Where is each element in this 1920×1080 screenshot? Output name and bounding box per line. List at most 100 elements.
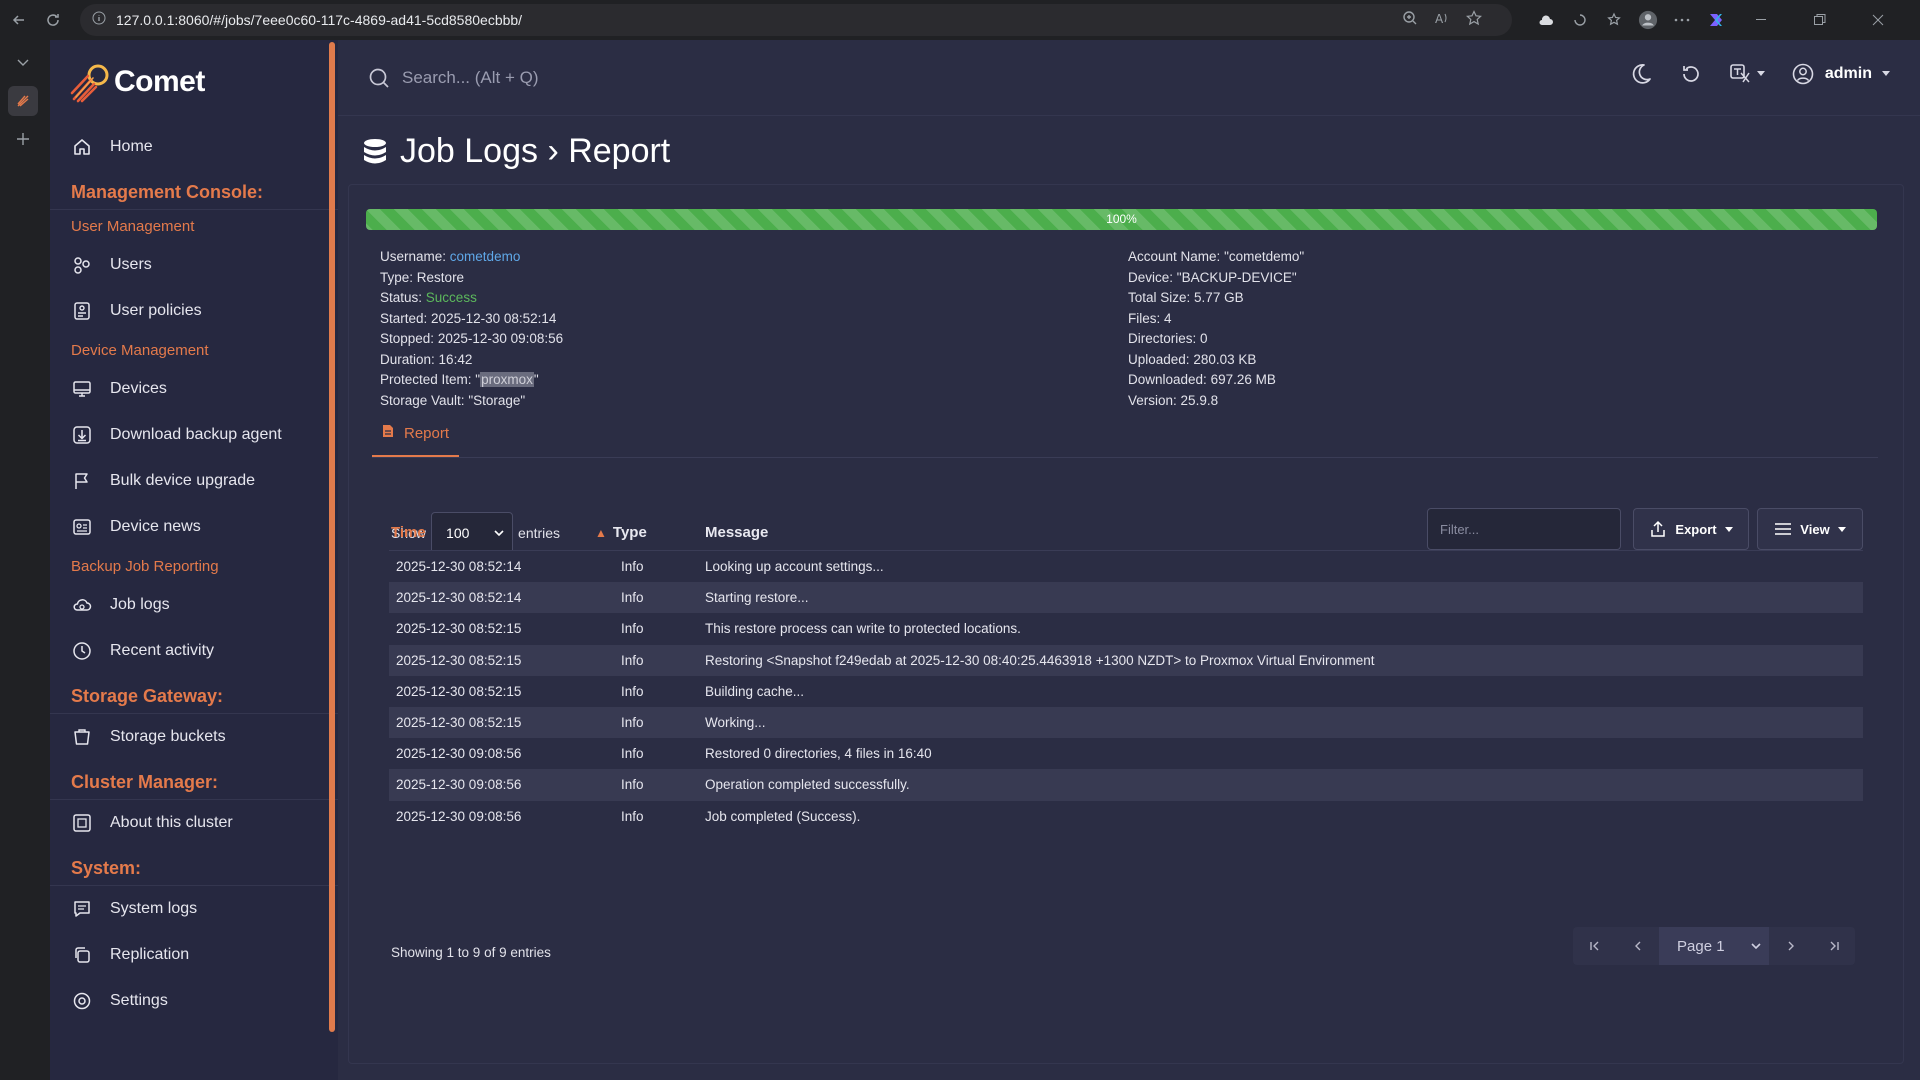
sidebar-item-user-policies[interactable]: User policies — [50, 288, 338, 334]
close-icon[interactable] — [1856, 14, 1900, 26]
cell-type: Info — [621, 777, 644, 793]
next-page-icon[interactable] — [1769, 927, 1812, 965]
restore-icon[interactable] — [1798, 14, 1842, 26]
cell-type: Info — [621, 715, 644, 731]
sidebar-item-settings[interactable]: Settings — [50, 978, 338, 1024]
column-header-message[interactable]: Message — [705, 524, 768, 541]
chevron-down-icon — [1751, 943, 1761, 949]
sidebar-item-label: Storage buckets — [110, 728, 226, 745]
cell-type: Info — [621, 652, 644, 668]
cell-message: Operation completed successfully. — [705, 777, 910, 793]
sidebar-item-label: User policies — [110, 302, 202, 319]
news-icon — [71, 516, 93, 538]
search-icon — [368, 67, 390, 94]
username: admin — [1824, 65, 1872, 82]
more-icon[interactable] — [1672, 18, 1692, 22]
app-window: Comet Home Management Console: User Mana… — [50, 40, 1920, 1080]
device-row: Device: "BACKUP-DEVICE" — [1128, 268, 1304, 289]
cell-message: Job completed (Success). — [705, 808, 861, 824]
copilot-icon[interactable] — [1706, 10, 1726, 30]
policy-icon — [71, 300, 93, 322]
refresh-button[interactable] — [1679, 62, 1703, 86]
moon-icon — [1632, 64, 1651, 84]
cell-time: 2025-12-30 08:52:15 — [396, 652, 522, 668]
cloud-icon[interactable] — [1536, 14, 1556, 26]
sidebar-item-label: Recent activity — [110, 642, 215, 659]
page-select[interactable]: Page 1 — [1659, 927, 1769, 965]
extensions-icon[interactable] — [1570, 12, 1590, 28]
subsection-backup-job-reporting: Backup Job Reporting — [71, 557, 219, 575]
subsection-device-management: Device Management — [71, 341, 209, 359]
table-header: Time ▲ Type Message — [389, 515, 1863, 551]
refresh-icon — [1683, 66, 1699, 82]
favorites-icon[interactable] — [1604, 12, 1624, 28]
dark-mode-toggle[interactable] — [1629, 62, 1653, 86]
job-report-panel: 100% Username: cometdemo Type: Restore S… — [348, 184, 1904, 1064]
username-link[interactable]: cometdemo — [450, 249, 521, 264]
new-tab-icon[interactable] — [8, 124, 38, 154]
site-info-icon[interactable] — [92, 11, 106, 30]
sidebar-item-about-cluster[interactable]: About this cluster — [50, 800, 338, 846]
zoom-icon[interactable] — [1402, 10, 1418, 31]
field-value: 0 — [1200, 331, 1208, 346]
subsection-user-management: User Management — [71, 217, 195, 235]
sidebar-item-devices[interactable]: Devices — [50, 366, 338, 412]
table-row: 2025-12-30 08:52:15 Info Restoring <Snapsh… — [389, 644, 1863, 676]
user-menu[interactable]: admin — [1791, 62, 1890, 86]
section-management-console: Management Console: — [50, 176, 338, 210]
table-row: 2025-12-30 09:08:56 Info Operation complet… — [389, 769, 1863, 801]
search-input[interactable] — [402, 62, 802, 94]
account-name-row: Account Name: "cometdemo" — [1128, 247, 1304, 268]
cell-time: 2025-12-30 08:52:14 — [396, 590, 522, 606]
chevron-down-icon[interactable] — [8, 48, 38, 78]
minimize-icon[interactable] — [1740, 19, 1784, 21]
sidebar-item-system-logs[interactable]: System logs — [50, 886, 338, 932]
read-aloud-icon[interactable]: A — [1434, 10, 1450, 31]
sidebar-item-home[interactable]: Home — [50, 124, 338, 170]
url-text: 127.0.0.1:8060/#/jobs/7eee0c60-117c-4869… — [116, 12, 523, 28]
sidebar-scrollbar[interactable] — [329, 42, 335, 1032]
uploaded-row: Uploaded: 280.03 KB — [1128, 350, 1304, 371]
page-title: Job Logs › Report — [362, 132, 670, 171]
sidebar-item-label: Users — [110, 256, 152, 273]
column-header-time[interactable]: Time — [389, 524, 597, 541]
top-bar: admin — [338, 40, 1920, 116]
profile-avatar[interactable] — [1638, 9, 1658, 31]
sidebar-item-users[interactable]: Users — [50, 242, 338, 288]
tab-report[interactable]: Report — [372, 411, 460, 457]
cell-message: Working... — [705, 715, 766, 731]
last-page-icon[interactable] — [1812, 927, 1855, 965]
users-icon — [71, 254, 93, 276]
job-info-right: Account Name: "cometdemo" Device: "BACKU… — [1128, 247, 1304, 411]
prev-page-icon[interactable] — [1616, 927, 1659, 965]
address-bar[interactable]: 127.0.0.1:8060/#/jobs/7eee0c60-117c-4869… — [80, 4, 1512, 36]
field-label: Account Name: — [1128, 249, 1221, 264]
sidebar-item-job-logs[interactable]: Job logs — [50, 582, 338, 628]
brand-name: Comet — [114, 65, 205, 98]
type-row: Type: Restore — [380, 268, 563, 289]
back-icon[interactable] — [4, 5, 34, 35]
sidebar-item-download-backup-agent[interactable]: Download backup agent — [50, 412, 338, 458]
sidebar-item-replication[interactable]: Replication — [50, 932, 338, 978]
reload-icon[interactable] — [38, 5, 68, 35]
username-row: Username: cometdemo — [380, 247, 563, 268]
sidebar-item-device-news[interactable]: Device news — [50, 504, 338, 550]
sort-asc-icon: ▲ — [595, 525, 607, 540]
bucket-icon — [71, 726, 93, 748]
language-button[interactable] — [1729, 62, 1765, 86]
first-page-icon[interactable] — [1573, 927, 1616, 965]
field-label: Stopped: — [380, 331, 435, 346]
sidebar-item-recent-activity[interactable]: Recent activity — [50, 628, 338, 674]
field-value: "Storage" — [468, 392, 526, 408]
favorite-star-icon[interactable] — [1466, 10, 1482, 31]
column-header-type[interactable]: ▲ Type — [595, 524, 705, 541]
monitor-icon — [71, 378, 93, 400]
field-label: Total Size: — [1128, 290, 1191, 305]
sidebar-item-bulk-device-upgrade[interactable]: Bulk device upgrade — [50, 458, 338, 504]
tab-comet[interactable] — [8, 86, 38, 116]
brand[interactable]: Comet — [50, 40, 338, 124]
sidebar-item-storage-buckets[interactable]: Storage buckets — [50, 714, 338, 760]
cell-time: 2025-12-30 09:08:56 — [396, 808, 522, 824]
cell-type: Info — [621, 621, 644, 637]
copy-icon — [71, 944, 93, 966]
